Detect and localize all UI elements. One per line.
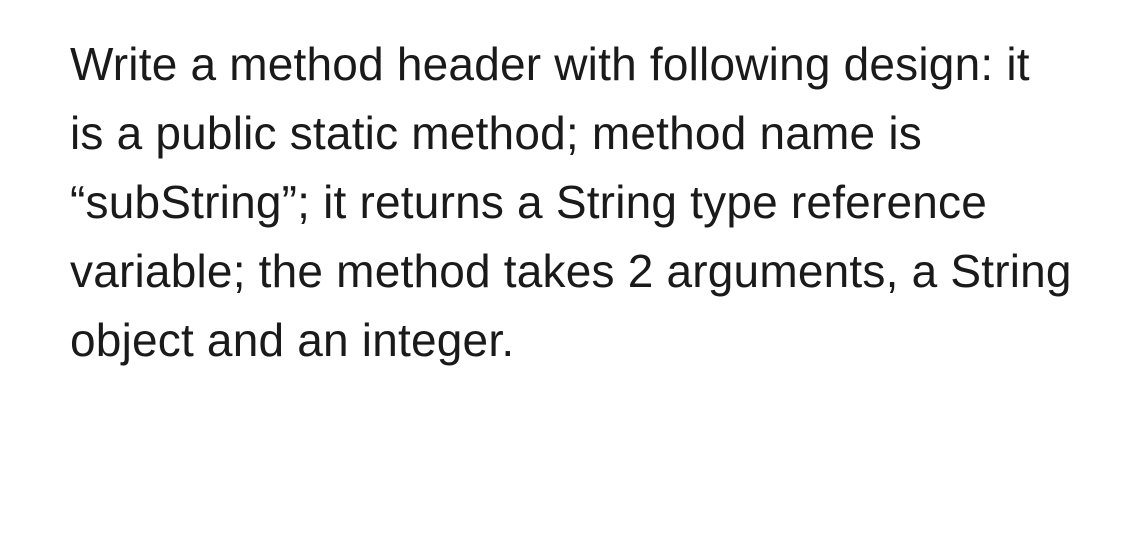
question-text: Write a method header with following des…	[70, 30, 1076, 375]
